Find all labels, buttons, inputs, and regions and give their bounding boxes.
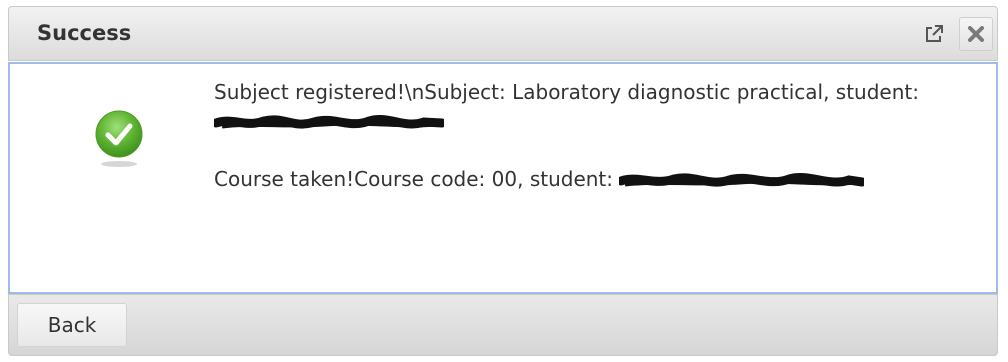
message-line-2-text: Course taken!Course code: 00, student: [214, 167, 614, 191]
dialog-titlebar: Success [8, 6, 998, 61]
back-button[interactable]: Back [17, 303, 127, 347]
close-button[interactable] [959, 17, 993, 51]
redacted-student-name-2 [619, 172, 865, 187]
dialog-footer: Back [8, 294, 998, 356]
close-icon [968, 26, 984, 42]
redacted-student-name [214, 114, 444, 129]
message-block: Subject registered!\nSubject: Laboratory… [214, 78, 984, 194]
message-subject-registered: Subject registered!\nSubject: Laboratory… [214, 78, 984, 136]
success-check-icon [94, 108, 144, 168]
success-dialog: Success Subject registered!\nSubject: La… [8, 6, 998, 356]
message-line-1-text: Subject registered!\nSubject: Laboratory… [214, 80, 919, 104]
dialog-content: Subject registered!\nSubject: Laboratory… [8, 62, 998, 294]
dialog-title: Success [37, 21, 132, 45]
popout-icon[interactable] [923, 23, 945, 45]
message-course-taken: Course taken!Course code: 00, student: [214, 165, 984, 194]
